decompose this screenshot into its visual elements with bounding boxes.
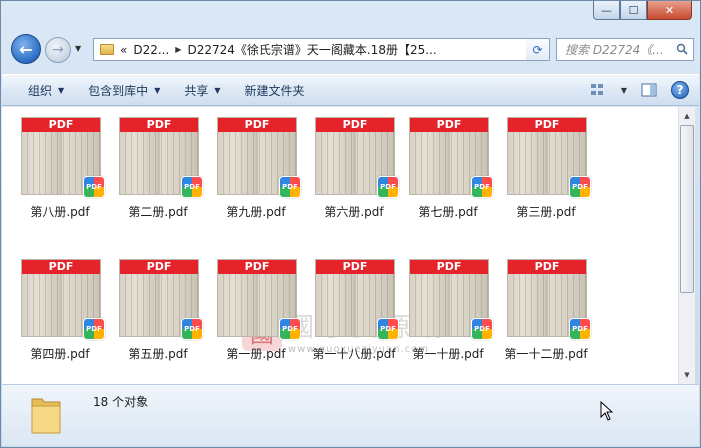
file-item[interactable]: PDF PDF 第四册.pdf <box>14 249 105 367</box>
new-folder-label: 新建文件夹 <box>244 83 305 98</box>
file-item[interactable]: PDF PDF 第八册.pdf <box>14 107 105 225</box>
maximize-button[interactable]: ☐ <box>620 1 647 20</box>
address-bar[interactable]: « D22... ▶ D22724《徐氏宗谱》天一阁藏本.18册【25... ▼ <box>93 38 545 61</box>
pdf-band-label: PDF <box>410 260 488 274</box>
file-name: 第六册.pdf <box>324 205 384 219</box>
back-button[interactable]: ← <box>11 34 41 64</box>
file-name: 第三册.pdf <box>516 205 576 219</box>
pdf-band-label: PDF <box>508 118 586 132</box>
file-name: 第一册.pdf <box>226 347 286 361</box>
file-item[interactable]: PDF PDF 第一十八册.pdf <box>308 249 399 367</box>
minimize-button[interactable]: — <box>593 1 620 20</box>
include-in-library-menu[interactable]: 包含到库中 ▼ <box>76 82 172 99</box>
mouse-pointer-icon <box>600 401 614 421</box>
recent-pages-dropdown-icon[interactable]: ▼ <box>75 44 81 53</box>
file-name: 第九册.pdf <box>226 205 286 219</box>
pdf-band-label: PDF <box>218 118 296 132</box>
chevron-down-icon: ▼ <box>58 85 65 95</box>
share-menu[interactable]: 共享 ▼ <box>172 82 232 99</box>
breadcrumb-item-current[interactable]: D22724《徐氏宗谱》天一阁藏本.18册【25... <box>187 41 436 58</box>
scroll-up-icon[interactable]: ▲ <box>679 108 695 124</box>
file-item[interactable]: PDF PDF 第九册.pdf <box>210 107 301 225</box>
preview-pane-icon[interactable] <box>639 80 659 100</box>
navigation-bar: ← → ▼ « D22... ▶ D22724《徐氏宗谱》天一阁藏本.18册【2… <box>9 34 694 64</box>
pdf-band-label: PDF <box>508 260 586 274</box>
file-item[interactable]: PDF PDF 第一十二册.pdf <box>500 249 591 367</box>
file-name: 第八册.pdf <box>30 205 90 219</box>
details-pane: 18 个对象 <box>2 384 699 446</box>
file-item[interactable]: PDF PDF 第六册.pdf <box>308 107 399 225</box>
organize-label: 组织 <box>28 83 53 98</box>
pdf-file-icon: PDF <box>471 318 493 340</box>
pdf-file-icon: PDF <box>181 176 203 198</box>
command-bar: 组织 ▼ 包含到库中 ▼ 共享 ▼ 新建文件夹 ▼ ? <box>2 74 699 106</box>
pdf-file-icon: PDF <box>181 318 203 340</box>
file-item[interactable]: PDF PDF 第二册.pdf <box>112 107 203 225</box>
pdf-file-icon: PDF <box>377 176 399 198</box>
organize-menu[interactable]: 组织 ▼ <box>16 82 76 99</box>
pdf-band-label: PDF <box>120 118 198 132</box>
file-item[interactable]: PDF PDF 第一册.pdf <box>210 249 301 367</box>
file-name: 第一十八册.pdf <box>312 347 396 361</box>
pdf-band-label: PDF <box>22 260 100 274</box>
vertical-scrollbar[interactable]: ▲ ▼ <box>678 107 695 384</box>
pdf-file-icon: PDF <box>279 318 301 340</box>
pdf-band-label: PDF <box>218 260 296 274</box>
caption-buttons: — ☐ ✕ <box>593 1 692 20</box>
file-item[interactable]: PDF PDF 第五册.pdf <box>112 249 203 367</box>
refresh-button[interactable]: ⟳ <box>526 38 550 61</box>
file-name: 第一十二册.pdf <box>504 347 588 361</box>
new-folder-button[interactable]: 新建文件夹 <box>233 82 317 99</box>
pdf-file-icon: PDF <box>569 318 591 340</box>
file-name: 第四册.pdf <box>30 347 90 361</box>
pdf-file-icon: PDF <box>377 318 399 340</box>
pdf-band-label: PDF <box>22 118 100 132</box>
include-library-label: 包含到库中 <box>88 83 149 98</box>
file-name: 第一十册.pdf <box>412 347 484 361</box>
close-button[interactable]: ✕ <box>647 1 692 20</box>
scroll-down-icon[interactable]: ▼ <box>679 367 695 383</box>
chevron-down-icon: ▼ <box>214 85 221 95</box>
help-icon[interactable]: ? <box>671 81 689 99</box>
breadcrumb-item[interactable]: D22... <box>133 43 169 57</box>
pdf-file-icon: PDF <box>83 318 105 340</box>
file-item[interactable]: PDF PDF 第七册.pdf <box>402 107 493 225</box>
pdf-band-label: PDF <box>316 118 394 132</box>
pdf-band-label: PDF <box>120 260 198 274</box>
chevron-down-icon: ▼ <box>154 85 161 95</box>
search-icon[interactable] <box>676 43 688 55</box>
forward-button[interactable]: → <box>45 37 71 63</box>
pdf-band-label: PDF <box>410 118 488 132</box>
share-label: 共享 <box>184 83 209 98</box>
view-options-dropdown-icon[interactable]: ▼ <box>621 86 627 95</box>
folder-icon <box>31 398 61 434</box>
item-count: 18 个对象 <box>93 395 149 409</box>
breadcrumb-overflow[interactable]: « <box>120 43 127 57</box>
file-list: 國 國學資源網 www.guoxueziyuan.com PDFPDF第八册.p… <box>2 107 678 384</box>
change-view-icon[interactable] <box>589 80 609 100</box>
chevron-right-icon[interactable]: ▶ <box>175 45 181 54</box>
pdf-band-label: PDF <box>316 260 394 274</box>
folder-icon <box>100 44 114 55</box>
explorer-window: — ☐ ✕ ← → ▼ « D22... ▶ D22724《徐氏宗谱》天一阁藏本… <box>0 0 701 448</box>
scrollbar-thumb[interactable] <box>680 125 694 293</box>
file-name: 第五册.pdf <box>128 347 188 361</box>
file-name: 第七册.pdf <box>418 205 478 219</box>
pdf-file-icon: PDF <box>471 176 493 198</box>
breadcrumb: « D22... ▶ D22724《徐氏宗谱》天一阁藏本.18册【25... <box>120 41 437 58</box>
file-item[interactable]: PDF PDF 第三册.pdf <box>500 107 591 225</box>
pdf-file-icon: PDF <box>569 176 591 198</box>
pdf-file-icon: PDF <box>279 176 301 198</box>
search-placeholder: 搜索 D22724《... <box>565 43 664 57</box>
file-item[interactable]: PDF PDF 第一十册.pdf <box>402 249 493 367</box>
pdf-file-icon: PDF <box>83 176 105 198</box>
file-name: 第二册.pdf <box>128 205 188 219</box>
search-input[interactable]: 搜索 D22724《... <box>556 38 694 61</box>
